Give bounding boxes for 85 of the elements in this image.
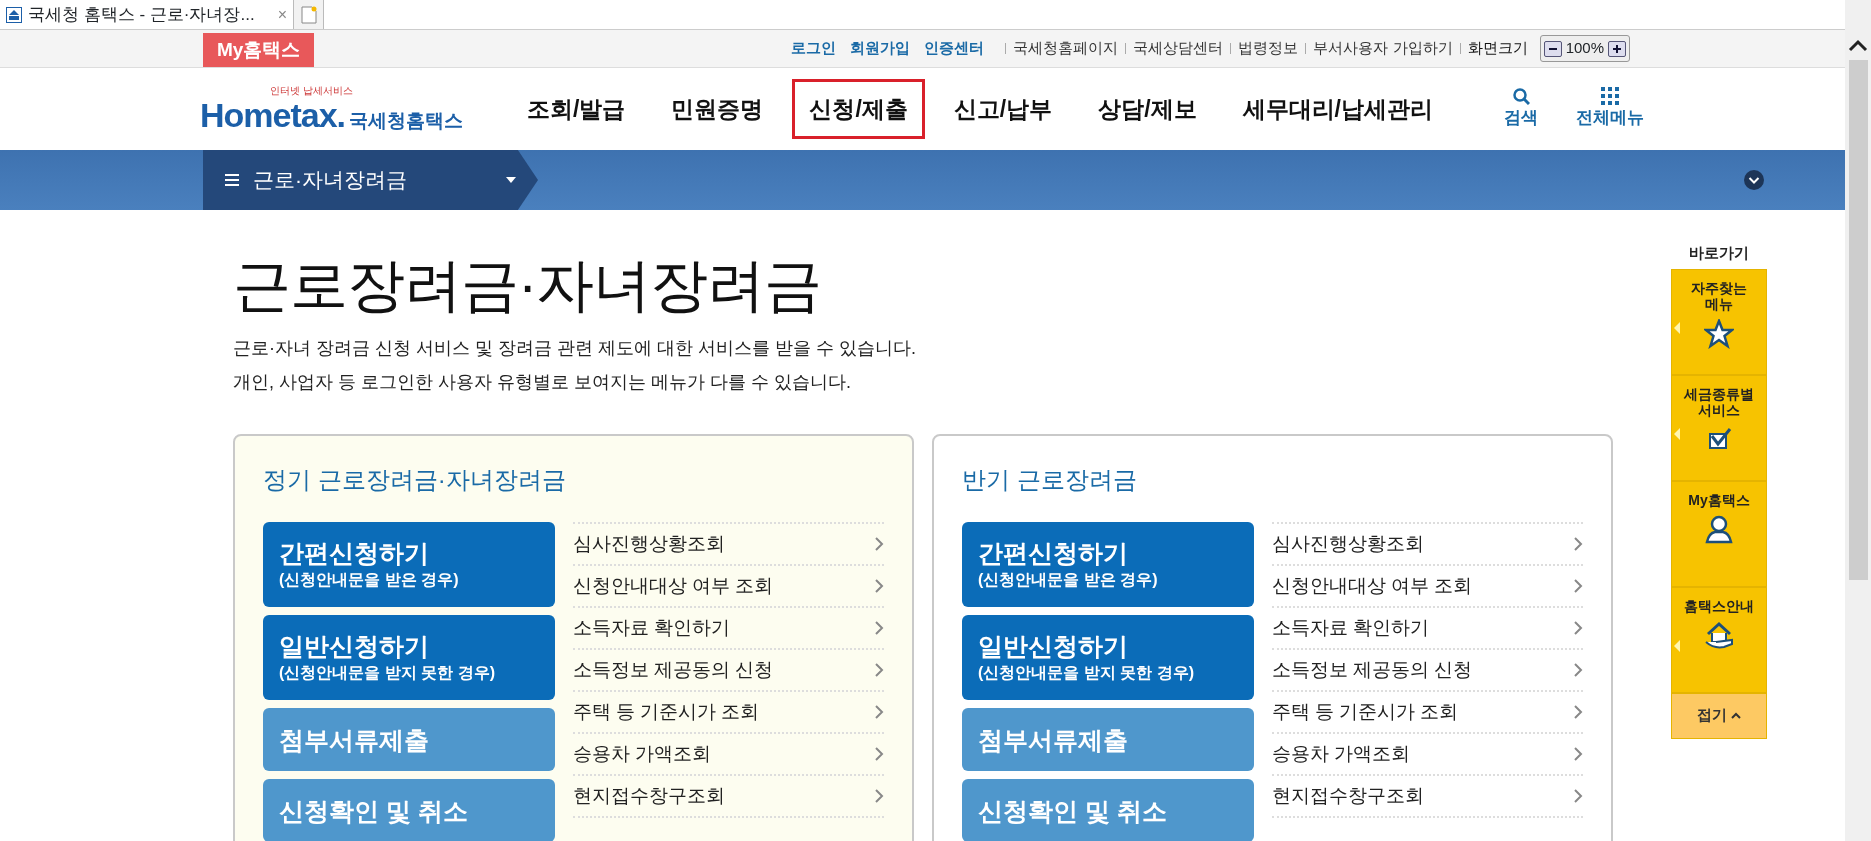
service-link[interactable]: 승용차 가액조회	[572, 734, 884, 777]
chevron-right-icon	[874, 579, 884, 594]
hand-house-icon	[1704, 620, 1734, 651]
caret-up-icon	[1731, 712, 1741, 719]
caret-icon	[506, 177, 516, 183]
zoom-control[interactable]: 100%	[1539, 35, 1630, 62]
quick-menu-title: 바로가기	[1689, 243, 1749, 263]
collapse-button[interactable]: 접기	[1671, 692, 1767, 739]
nav-tab[interactable]: 조회/발급	[510, 78, 643, 140]
chevron-right-icon	[1573, 621, 1583, 636]
logo-wordmark: Hometax.	[200, 97, 346, 132]
action-button[interactable]: 간편신청하기 (신청안내문을 받은 경우)	[962, 522, 1254, 608]
expand-circle-icon[interactable]	[1743, 169, 1765, 191]
chevron-right-icon	[1573, 705, 1583, 720]
section-menu-dropdown[interactable]: 근로·자녀장려금	[203, 150, 538, 210]
new-page-icon	[300, 5, 317, 24]
service-link[interactable]: 심사진행상황조회	[1271, 524, 1583, 567]
chevron-right-icon	[1573, 579, 1583, 594]
chevron-right-icon	[874, 705, 884, 720]
zoom-in-button[interactable]	[1608, 40, 1626, 57]
site-favicon-icon	[6, 6, 22, 23]
chevron-right-icon	[1573, 663, 1583, 678]
zoom-label: 화면크기	[1467, 38, 1528, 59]
chevron-right-icon	[874, 621, 884, 636]
nav-tab[interactable]: 신고/납부	[936, 78, 1070, 140]
top-link[interactable]: 인증센터	[924, 37, 985, 60]
service-link[interactable]: 주택 등 기준시가 조회	[572, 692, 884, 735]
nav-tab[interactable]: 민원증명	[654, 78, 781, 140]
grid-menu-icon	[1601, 87, 1619, 106]
card-title: 정기 근로장려금·자녀장려금	[263, 465, 567, 495]
action-button[interactable]: 일반신청하기 (신청안내문을 받지 못한 경우)	[962, 615, 1254, 701]
service-link[interactable]: 심사진행상황조회	[572, 524, 884, 567]
menu-icon	[225, 174, 239, 186]
top-link[interactable]: 부서사용자 가입하기	[1313, 37, 1453, 60]
service-link[interactable]: 신청안내대상 여부 조회	[572, 566, 884, 609]
service-link[interactable]: 주택 등 기준시가 조회	[1271, 692, 1583, 735]
service-link[interactable]: 소득자료 확인하기	[572, 608, 884, 651]
search-button[interactable]: 검색	[1498, 86, 1544, 132]
chevron-right-icon	[1573, 747, 1583, 762]
plus-icon	[1612, 43, 1622, 54]
chevron-right-icon	[874, 537, 884, 552]
top-link[interactable]: 법령정보	[1238, 37, 1299, 60]
quick-menu-item[interactable]: My홈택스	[1671, 480, 1767, 587]
service-link[interactable]: 현지접수창구조회	[572, 776, 884, 819]
chevron-right-icon	[874, 747, 884, 762]
action-button[interactable]: 간편신청하기 (신청안내문을 받은 경우)	[263, 522, 555, 608]
quick-menu-item[interactable]: 자주찾는 메뉴	[1671, 268, 1767, 375]
action-button[interactable]: 일반신청하기 (신청안내문을 받지 못한 경우)	[263, 615, 555, 701]
chevron-right-icon	[874, 663, 884, 678]
logo-name: 국세청홈택스	[349, 108, 464, 133]
chevron-right-icon	[1573, 789, 1583, 804]
top-link[interactable]: 로그인	[791, 37, 837, 60]
quick-menu-item[interactable]: 세금종류별 서비스	[1671, 374, 1767, 481]
service-link[interactable]: 소득자료 확인하기	[1271, 608, 1583, 651]
quick-menu-item[interactable]: 홈택스안내	[1671, 586, 1767, 693]
description-text: 근로·자녀 장려금 신청 서비스 및 장려금 관련 제도에 대한 서비스를 받을 수 있습니다.	[233, 336, 917, 360]
page-title: 근로장려금·자녀장려금	[233, 251, 823, 319]
my-hometax-button[interactable]: My홈택스	[203, 33, 315, 67]
browser-tab[interactable]: 국세청 홈택스 - 근로·자녀장... ×	[0, 0, 294, 29]
scrollbar[interactable]	[1845, 0, 1871, 841]
chevron-right-icon	[874, 789, 884, 804]
tab-title: 국세청 홈택스 - 근로·자녀장...	[28, 3, 255, 26]
search-icon	[1512, 87, 1530, 106]
nav-tab[interactable]: 세무대리/납세관리	[1225, 78, 1450, 140]
hometax-logo[interactable]: 인터넷 납세서비스 Hometax.국세청홈택스	[200, 82, 490, 136]
card-title: 반기 근로장려금	[962, 465, 1138, 495]
description-text: 개인, 사업자 등 로그인한 사용자 유형별로 보여지는 메뉴가 다를 수 있습니다.	[233, 370, 852, 394]
logo-tagline: 인터넷 납세서비스	[270, 83, 354, 98]
service-link[interactable]: 승용차 가액조회	[1271, 734, 1583, 777]
top-link[interactable]: 국세청홈페이지	[1013, 37, 1119, 60]
zoom-value: 100%	[1565, 38, 1604, 59]
nav-tab[interactable]: 상담/제보	[1081, 78, 1214, 140]
person-icon	[1704, 514, 1734, 545]
nav-tab[interactable]: 신청/제출	[792, 78, 925, 140]
service-link[interactable]: 신청안내대상 여부 조회	[1271, 566, 1583, 609]
all-menu-button[interactable]: 전체메뉴	[1570, 86, 1650, 132]
service-link[interactable]: 현지접수창구조회	[1271, 776, 1583, 819]
service-link[interactable]: 소득정보 제공동의 신청	[1271, 650, 1583, 693]
service-link[interactable]: 소득정보 제공동의 신청	[572, 650, 884, 693]
top-link[interactable]: 회원가입	[850, 37, 911, 60]
chevron-right-icon	[1573, 537, 1583, 552]
star-icon	[1704, 319, 1734, 350]
top-link[interactable]: 국세상담센터	[1133, 37, 1224, 60]
zoom-out-button[interactable]	[1543, 40, 1562, 57]
close-tab-button[interactable]: ×	[277, 2, 287, 27]
